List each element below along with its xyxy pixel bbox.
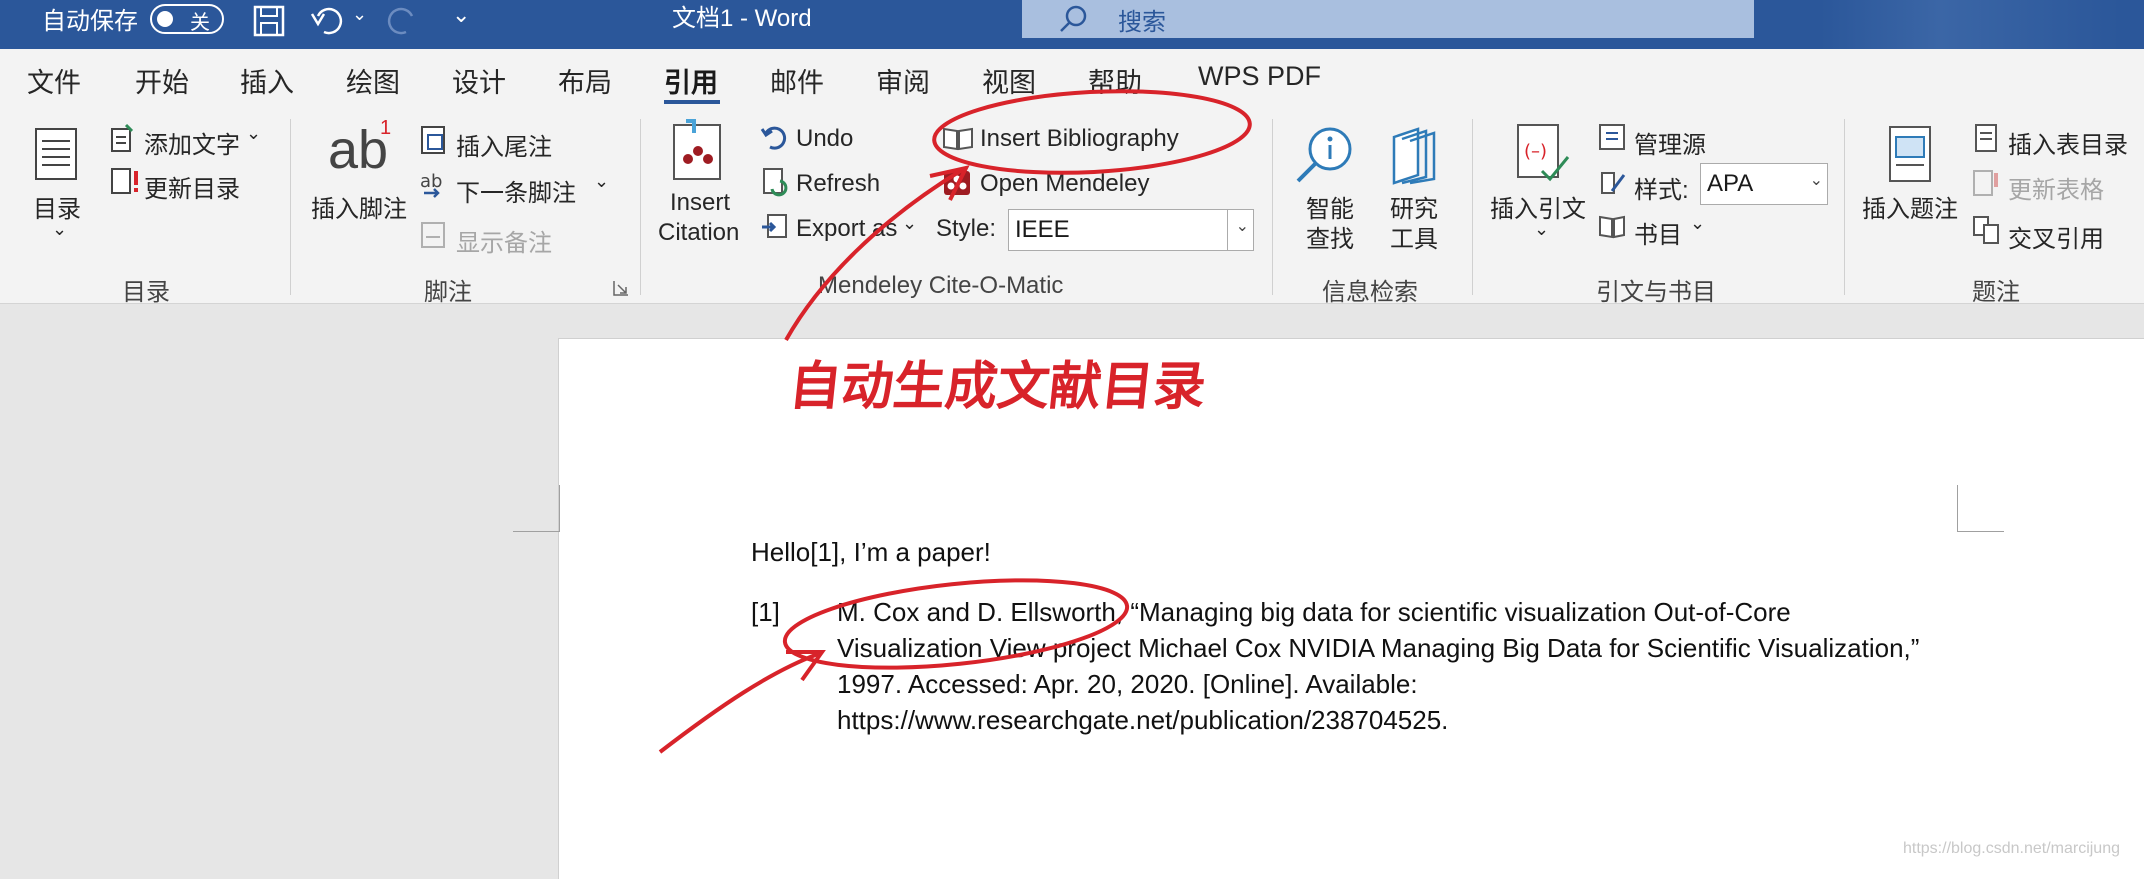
handwritten-annotation: 自动生成文献目录 [786, 357, 1209, 417]
watermark: https://blog.csdn.net/marcijung [1902, 840, 2120, 857]
bibliography-highlight-ellipse [932, 89, 1252, 175]
annotation-arrow-reference [658, 652, 819, 754]
reference-highlight-ellipse [782, 578, 1130, 670]
annotation-arrow-up [784, 168, 964, 341]
annotation-overlay [658, 89, 1252, 754]
